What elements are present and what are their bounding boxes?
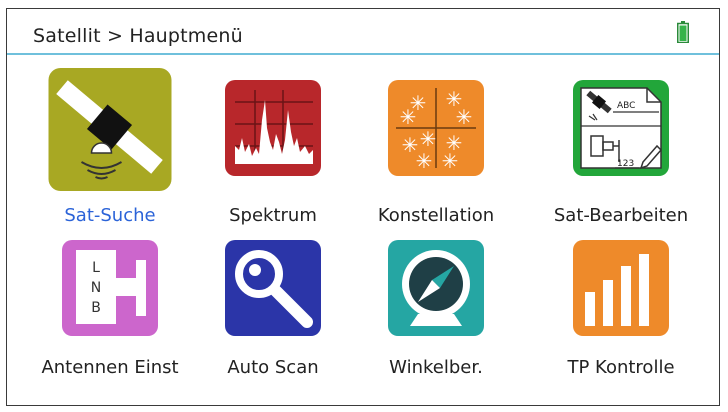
menu-item-spektrum[interactable]: Spektrum <box>207 67 339 226</box>
menu-item-konstellation[interactable]: ✳ ✳ ✳ ✳ ✳ ✳ ✳ ✳ ✳ Konstellation <box>370 67 502 226</box>
menu-item-label: Konstellation <box>377 205 495 226</box>
menu-item-label: Antennen Einst <box>41 357 179 378</box>
lnb-l-text: L <box>92 260 100 276</box>
spectrum-icon <box>225 80 321 176</box>
svg-text:✳: ✳ <box>420 127 437 151</box>
menu-item-label: Spektrum <box>229 205 317 226</box>
menu-item-sat-suche[interactable]: Sat-Suche <box>44 67 176 226</box>
menu-item-label: Auto Scan <box>227 357 319 378</box>
menu-item-winkelber[interactable]: Winkelber. <box>370 235 502 385</box>
menu-item-antennen-einst[interactable]: L N B Antennen Einst <box>41 235 179 385</box>
svg-text:✳: ✳ <box>442 149 459 173</box>
menu-item-label: Sat-Suche <box>64 205 156 226</box>
svg-text:✳: ✳ <box>456 105 473 129</box>
svg-text:✳: ✳ <box>416 149 433 173</box>
menu-item-label: Sat-Bearbeiten <box>553 205 689 226</box>
lnb-n-text: N <box>91 280 101 296</box>
constellation-icon: ✳ ✳ ✳ ✳ ✳ ✳ ✳ ✳ ✳ <box>388 80 484 176</box>
bar-chart-icon <box>573 240 669 336</box>
lnb-b-text: B <box>91 300 101 316</box>
compass-icon <box>388 240 484 336</box>
menu-item-auto-scan[interactable]: Auto Scan <box>207 235 339 385</box>
magnifier-icon <box>225 240 321 336</box>
sat-edit-icon: ABC 123 <box>573 80 669 176</box>
breadcrumb: Satellit > Hauptmenü <box>33 25 243 47</box>
lnb-antenna-icon: L N B <box>62 240 158 336</box>
abc-text: ABC <box>617 101 635 111</box>
menu-item-label: Winkelber. <box>389 357 483 378</box>
main-window: Satellit > Hauptmenü Sat-Suche Spektrum … <box>6 8 720 406</box>
menu-item-label: TP Kontrolle <box>567 357 675 378</box>
svg-text:✳: ✳ <box>400 105 417 129</box>
title-bar: Satellit > Hauptmenü <box>7 9 719 55</box>
menu-item-sat-bearbeiten[interactable]: ABC 123 Sat-Bearbeiten <box>554 67 688 226</box>
battery-full-icon <box>677 21 689 43</box>
satellite-search-icon <box>48 67 173 192</box>
menu-item-tp-kontrolle[interactable]: TP Kontrolle <box>555 235 687 385</box>
